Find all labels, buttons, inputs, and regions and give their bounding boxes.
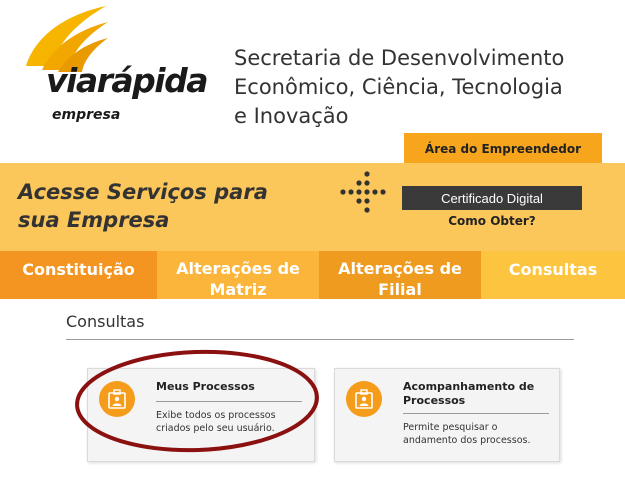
- nav-item-label: Consultas: [508, 260, 598, 279]
- secretaria-line-1: Secretaria de Desenvolvimento: [234, 46, 565, 70]
- svg-text:viarápida: viarápida: [46, 61, 207, 100]
- nav-item-label: Constituição: [22, 260, 135, 279]
- card-description: Permite pesquisar o andamento dos proces…: [403, 421, 553, 447]
- id-card-icon: [346, 381, 382, 417]
- card-divider: [156, 401, 302, 402]
- card-description-line-1: Exibe todos os processos: [156, 410, 276, 421]
- nav-item-alteracoes-matriz[interactable]: Alterações de Matriz: [157, 251, 319, 299]
- secretaria-line-2: Econômico, Ciência, Tecnologia: [234, 75, 563, 99]
- section-divider: [66, 339, 574, 340]
- card-divider: [403, 413, 549, 414]
- certificado-digital-button[interactable]: Certificado Digital: [402, 186, 582, 210]
- id-card-icon: [99, 381, 135, 417]
- nav-item-alteracoes-filial[interactable]: Alterações de Filial: [319, 251, 481, 299]
- secretaria-line-3: e Inovação: [234, 104, 349, 128]
- card-title-line-2: Processos: [403, 394, 466, 407]
- como-obter-link[interactable]: Como Obter?: [402, 214, 582, 228]
- acompanhamento-processos-card[interactable]: Acompanhamento de Processos Permite pesq…: [334, 368, 560, 462]
- card-description-line-2: andamento dos processos.: [403, 435, 531, 446]
- logo-swoosh-icon: viarápida empresa: [26, 6, 209, 123]
- banner-title: Acesse Serviços para sua Empresa: [18, 178, 348, 234]
- viarapida-logo[interactable]: viarápida empresa: [18, 4, 209, 124]
- card-title: Acompanhamento de Processos: [403, 380, 553, 408]
- nav-item-constituicao[interactable]: Constituição: [0, 251, 157, 299]
- meus-processos-card[interactable]: Meus Processos Exibe todos os processos …: [87, 368, 315, 462]
- card-title: Meus Processos: [156, 380, 255, 393]
- main-nav: Constituição Alterações de Matriz Altera…: [0, 251, 625, 299]
- nav-item-label-line-2: Matriz: [209, 280, 267, 299]
- card-description-line-2: criados pelo seu usuário.: [156, 423, 275, 434]
- svg-text:empresa: empresa: [52, 107, 120, 123]
- area-empreendedor-tab[interactable]: Área do Empreendedor: [404, 133, 602, 165]
- nav-item-label: Alterações de: [338, 259, 462, 278]
- banner-title-line-1: Acesse Serviços para: [18, 180, 268, 204]
- nav-item-label-line-2: Filial: [378, 280, 422, 299]
- dots-pattern-icon: [340, 171, 386, 213]
- nav-item-label: Alterações de: [176, 259, 300, 278]
- nav-item-consultas[interactable]: Consultas: [481, 251, 625, 299]
- banner-title-line-2: sua Empresa: [18, 208, 170, 232]
- card-description-line-1: Permite pesquisar o: [403, 422, 498, 433]
- card-title-line-1: Acompanhamento de: [403, 380, 535, 393]
- card-description: Exibe todos os processos criados pelo se…: [156, 409, 306, 435]
- secretaria-heading: Secretaria de Desenvolvimento Econômico,…: [234, 44, 624, 131]
- section-title: Consultas: [66, 312, 145, 331]
